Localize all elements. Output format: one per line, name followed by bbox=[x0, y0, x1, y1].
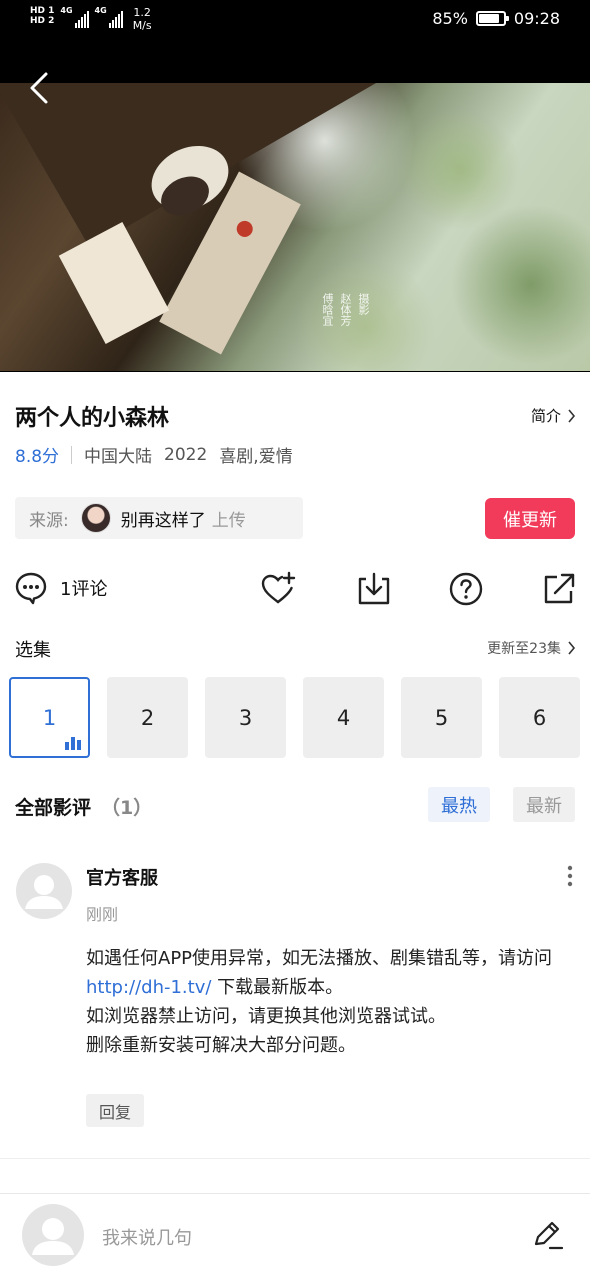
video-frame[interactable]: 摄影 赵体芳 傅晗宜 bbox=[0, 83, 590, 371]
share-icon[interactable] bbox=[541, 571, 577, 607]
sim-indicators: HD 1 HD 2 bbox=[30, 6, 54, 26]
episodes-title: 选集 bbox=[15, 640, 51, 661]
episodes-update-label: 更新至23集 bbox=[487, 641, 561, 657]
chevron-right-icon bbox=[568, 408, 576, 423]
comment-action[interactable]: 1评论 bbox=[14, 571, 107, 605]
more-options-icon[interactable] bbox=[560, 864, 580, 888]
episode-list: 1 2 3 4 5 6 bbox=[9, 677, 580, 758]
chevron-right-icon bbox=[568, 641, 576, 655]
episode-button[interactable]: 6 bbox=[499, 677, 580, 758]
comment-line: 如浏览器禁止访问，请更换其他浏览器试试。 bbox=[86, 1006, 446, 1027]
default-avatar-icon bbox=[25, 875, 63, 909]
net1-label: 4G bbox=[60, 6, 73, 15]
divider bbox=[0, 1158, 590, 1159]
status-right: 85% 09:28 bbox=[432, 9, 560, 28]
reviews-header: 全部影评 （1） bbox=[15, 793, 152, 820]
comment-input[interactable]: 我来说几句 bbox=[102, 1224, 192, 1250]
source-box[interactable]: 来源: 别再这样了 上传 bbox=[15, 497, 303, 539]
uploader-name: 别再这样了 bbox=[120, 510, 206, 531]
signal-1-icon: 4G bbox=[60, 6, 89, 28]
episode-number: 5 bbox=[434, 705, 449, 730]
video-credit-text: 摄影 赵体芳 傅晗宜 bbox=[321, 293, 370, 326]
reply-button[interactable]: 回复 bbox=[86, 1094, 144, 1127]
episode-button[interactable]: 1 bbox=[9, 677, 90, 758]
sort-new-button[interactable]: 最新 bbox=[513, 787, 575, 822]
default-avatar-icon bbox=[32, 1218, 74, 1255]
signal-2-icon: 4G bbox=[95, 6, 123, 28]
upload-label: 上传 bbox=[211, 510, 246, 531]
comment-line: 如遇任何APP使用异常，如无法播放、剧集错乱等，请访问 bbox=[86, 948, 553, 969]
intro-link[interactable]: 简介 bbox=[531, 405, 576, 426]
clock: 09:28 bbox=[513, 9, 560, 28]
net2-label: 4G bbox=[94, 6, 107, 15]
battery-icon bbox=[475, 11, 509, 26]
back-arrow-icon[interactable] bbox=[24, 70, 60, 106]
comment-line: 删除重新安装可解决大部分问题。 bbox=[86, 1035, 356, 1056]
sim1-label: HD 1 bbox=[30, 6, 55, 16]
show-title: 两个人的小森林 bbox=[15, 406, 170, 431]
episode-button[interactable]: 3 bbox=[205, 677, 286, 758]
show-meta: 8.8分 中国大陆 2022 喜剧,爱情 bbox=[15, 442, 293, 468]
intro-label: 简介 bbox=[530, 407, 561, 425]
source-label: 来源: bbox=[29, 510, 69, 531]
sim2-label: HD 2 bbox=[30, 16, 55, 26]
comment-time: 刚刚 bbox=[86, 905, 119, 924]
episode-number: 2 bbox=[140, 705, 155, 730]
episode-number: 3 bbox=[238, 705, 253, 730]
show-region: 中国大陆 bbox=[84, 447, 153, 467]
show-year: 2022 bbox=[164, 444, 208, 465]
speed-unit: M/s bbox=[132, 19, 152, 32]
network-speed: 1.2 M/s bbox=[133, 6, 152, 32]
reviews-title: 全部影评 bbox=[15, 797, 92, 819]
uploader-avatar bbox=[80, 503, 111, 533]
my-avatar[interactable] bbox=[22, 1204, 84, 1266]
speed-value: 1.2 bbox=[133, 6, 151, 19]
status-left: HD 1 HD 2 4G 4G 1.2 M/s bbox=[30, 6, 152, 32]
download-icon[interactable] bbox=[356, 571, 392, 607]
favorite-add-icon[interactable] bbox=[260, 571, 296, 607]
help-icon[interactable] bbox=[448, 571, 484, 607]
comment-author[interactable]: 官方客服 bbox=[86, 864, 158, 890]
comment-line: 下载最新版本。 bbox=[211, 977, 344, 998]
comment-count: 1评论 bbox=[60, 579, 108, 600]
urge-update-button[interactable]: 催更新 bbox=[485, 498, 575, 539]
show-score: 8.8分 bbox=[15, 447, 60, 467]
sort-hot-button[interactable]: 最热 bbox=[428, 787, 490, 822]
episode-number: 1 bbox=[42, 705, 57, 730]
comment-bar: 我来说几句 bbox=[0, 1193, 590, 1278]
reviews-count: （1） bbox=[101, 797, 153, 819]
avatar[interactable] bbox=[16, 863, 72, 919]
pencil-icon[interactable] bbox=[530, 1218, 564, 1252]
episode-button[interactable]: 4 bbox=[303, 677, 384, 758]
battery-percent: 85% bbox=[432, 9, 468, 28]
episode-button[interactable]: 2 bbox=[107, 677, 188, 758]
episode-number: 4 bbox=[336, 705, 351, 730]
comment-link[interactable]: http://dh-1.tv/ bbox=[86, 977, 211, 998]
comment-body: 如遇任何APP使用异常，如无法播放、剧集错乱等，请访问 http://dh-1.… bbox=[86, 944, 576, 1060]
show-genres: 喜剧,爱情 bbox=[219, 447, 293, 467]
video-player[interactable]: 摄影 赵体芳 傅晗宜 bbox=[0, 42, 590, 372]
comment-icon bbox=[15, 572, 47, 605]
episode-number: 6 bbox=[532, 705, 547, 730]
episode-button[interactable]: 5 bbox=[401, 677, 482, 758]
status-bar: HD 1 HD 2 4G 4G 1.2 M/s 85% 09:28 bbox=[0, 0, 590, 42]
playing-indicator-icon bbox=[65, 737, 81, 750]
episodes-update-link[interactable]: 更新至23集 bbox=[487, 638, 576, 658]
